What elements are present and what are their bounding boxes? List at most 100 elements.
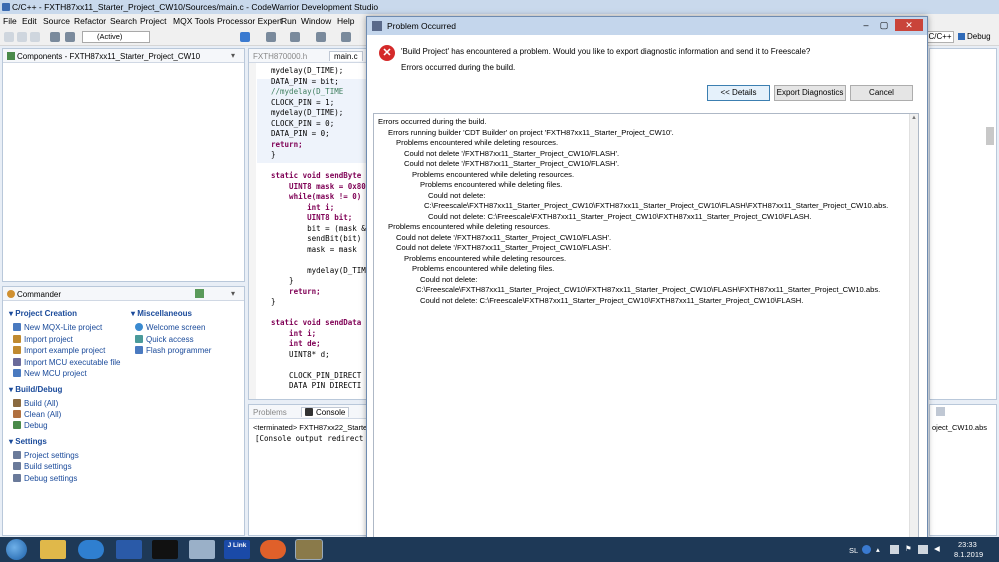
commander-tab[interactable]: Commander ▾ — [3, 287, 244, 301]
save-icon[interactable] — [17, 32, 27, 42]
build-settings[interactable]: Build settings — [13, 462, 72, 471]
menu-file[interactable]: File — [3, 16, 17, 26]
editor-tab-fxth[interactable]: FXTH870000.h — [253, 52, 307, 61]
globe-icon — [135, 323, 143, 331]
tray-arrow-icon[interactable]: ▴ — [876, 545, 880, 554]
calculator-icon[interactable] — [189, 540, 215, 559]
explorer-icon[interactable] — [40, 540, 66, 559]
clean-all[interactable]: Clean (All) — [13, 410, 61, 419]
components-tab[interactable]: Components - FXTH87xx11_Starter_Project_… — [3, 49, 244, 63]
editor-tab-main[interactable]: main.c — [329, 51, 363, 61]
help-icon[interactable] — [862, 545, 871, 554]
perspective-debug[interactable]: Debug — [958, 32, 991, 41]
section-build-debug[interactable]: ▾ Build/Debug — [9, 385, 62, 394]
code-line: while(mask != 0) — [271, 192, 362, 201]
close-button[interactable]: ✕ — [895, 19, 923, 31]
scroll-up-icon[interactable]: ▲ — [911, 115, 917, 121]
language-indicator[interactable]: SL — [849, 546, 858, 555]
code-line: mydelay(D_TIM — [271, 265, 366, 275]
code-text[interactable]: mydelay(D_TIME); DATA_PIN = bit;//mydelay… — [271, 66, 367, 400]
new-mcu-project[interactable]: New MCU project — [13, 369, 87, 378]
jlink-icon[interactable]: J Link — [224, 540, 250, 559]
new-mqx-lite-project[interactable]: New MQX-Lite project — [13, 323, 102, 332]
details-scrollbar[interactable]: ▲ — [909, 114, 918, 544]
broom-icon — [13, 410, 21, 418]
save-all-icon[interactable] — [30, 32, 40, 42]
build-all[interactable]: Build (All) — [13, 399, 58, 408]
dialog-body: ✕ 'Build Project' has encountered a prob… — [371, 37, 923, 115]
menu-window[interactable]: Window — [301, 16, 331, 26]
navigate-icon[interactable] — [290, 32, 300, 42]
new-mcu-project-label: New MCU project — [24, 369, 87, 378]
maximize-button[interactable]: ▢ — [877, 19, 891, 31]
debug-icon[interactable] — [240, 32, 250, 42]
minimize-button[interactable]: – — [859, 19, 873, 31]
tab-problems[interactable]: Problems — [253, 408, 287, 417]
volume-icon[interactable]: ◀ — [934, 544, 940, 553]
menu-search[interactable]: Search — [110, 16, 137, 26]
code-line: } — [271, 276, 294, 285]
debug[interactable]: Debug — [13, 421, 48, 430]
quick-access[interactable]: Quick access — [135, 335, 194, 344]
build-config-label: (Active) — [97, 32, 123, 41]
project-settings[interactable]: Project settings — [13, 451, 79, 460]
flash-programmer[interactable]: Flash programmer — [135, 346, 211, 355]
internet-explorer-icon[interactable] — [78, 540, 104, 559]
details-button[interactable]: << Details — [707, 85, 770, 101]
dialog-title-bar: Problem Occurred – ▢ ✕ — [367, 17, 927, 35]
start-button[interactable] — [6, 539, 27, 560]
outline-scroll-thumb[interactable] — [986, 127, 994, 145]
network-icon[interactable] — [918, 545, 928, 554]
menu-mqx-tools[interactable]: MQX Tools — [173, 16, 214, 26]
section-settings[interactable]: ▾ Settings — [9, 437, 47, 446]
import-example-project[interactable]: Import example project — [13, 346, 105, 355]
refresh-icon[interactable] — [195, 289, 204, 298]
section-project-creation[interactable]: ▾ Project Creation — [9, 309, 77, 318]
flag-icon[interactable]: ⚑ — [905, 544, 912, 553]
clock-date[interactable]: 8.1.2019 — [954, 550, 983, 559]
code-line: return; — [271, 139, 303, 149]
hammer-icon[interactable] — [65, 32, 75, 42]
menu-processor-expert[interactable]: Processor Expert — [217, 16, 282, 26]
firefox-icon[interactable] — [260, 540, 286, 559]
menu-refactor[interactable]: Refactor — [74, 16, 106, 26]
view-menu-icon[interactable] — [936, 407, 945, 416]
export-diagnostics-button[interactable]: Export Diagnostics — [774, 85, 846, 101]
minimize-icon[interactable]: ▾ — [231, 51, 235, 60]
settings-icon — [13, 462, 21, 470]
wand-icon[interactable] — [266, 32, 276, 42]
menu-edit[interactable]: Edit — [22, 16, 37, 26]
dialog-message: 'Build Project' has encountered a proble… — [401, 47, 811, 56]
menu-run[interactable]: Run — [281, 16, 297, 26]
debug-settings[interactable]: Debug settings — [13, 474, 77, 483]
build-config-select[interactable]: (Active) — [82, 31, 150, 43]
menu-project[interactable]: Project — [140, 16, 166, 26]
clock-time[interactable]: 23:33 — [958, 540, 977, 549]
new-icon[interactable] — [4, 32, 14, 42]
tab-console[interactable]: Console — [301, 407, 350, 417]
cancel-button[interactable]: Cancel — [850, 85, 913, 101]
build-icon[interactable] — [50, 32, 60, 42]
codewarrior-icon[interactable] — [295, 539, 323, 560]
minimize-icon[interactable]: ▾ — [231, 289, 235, 298]
terminal-icon[interactable] — [152, 540, 178, 559]
section-miscellaneous[interactable]: ▾ Miscellaneous — [131, 309, 192, 318]
detail-line: Problems encountered while deleting reso… — [412, 169, 575, 179]
word-icon[interactable] — [116, 540, 142, 559]
welcome-screen[interactable]: Welcome screen — [135, 323, 205, 332]
new-mcu-icon — [13, 369, 21, 377]
import-project[interactable]: Import project — [13, 335, 73, 344]
detail-line: Could not delete: — [428, 190, 486, 200]
window-title: C/C++ - FXTH87xx11_Starter_Project_CW10/… — [12, 2, 379, 12]
import-mcu-executable[interactable]: Import MCU executable file — [13, 358, 120, 367]
menu-source[interactable]: Source — [43, 16, 70, 26]
menu-help[interactable]: Help — [337, 16, 354, 26]
tray-app-icon[interactable] — [890, 545, 899, 554]
code-line: } — [271, 150, 276, 159]
perspective-cpp[interactable]: C/C++ — [926, 31, 954, 43]
tool-icon[interactable] — [341, 32, 351, 42]
code-line: UINT8* d; — [271, 349, 330, 359]
run-icon[interactable] — [316, 32, 326, 42]
details-area[interactable]: Errors occurred during the build. Errors … — [373, 113, 919, 545]
code-line: //mydelay(D_TIME — [271, 87, 344, 96]
